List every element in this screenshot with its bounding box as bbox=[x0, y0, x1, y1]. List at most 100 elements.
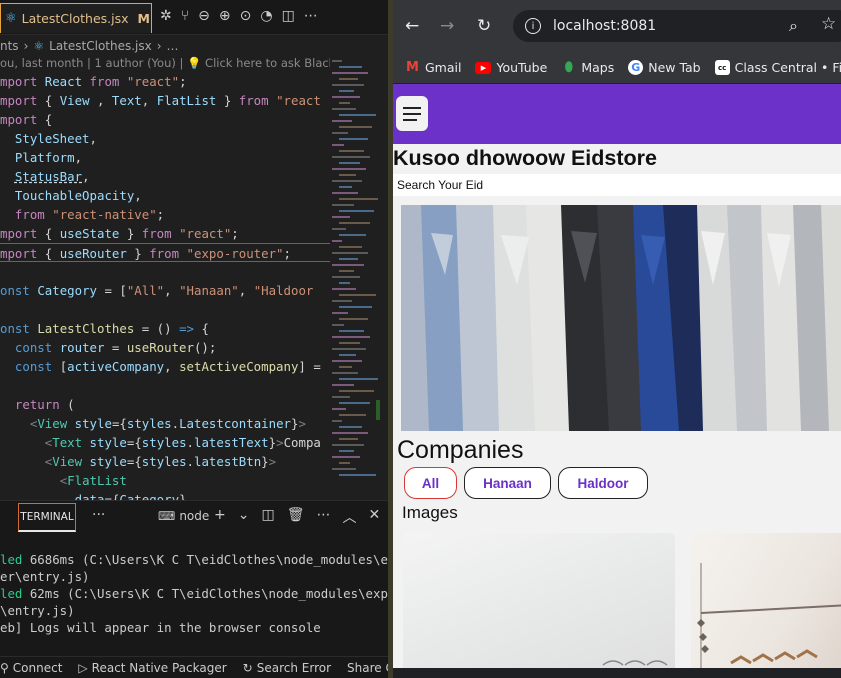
breadcrumb-file[interactable]: LatestClothes.jsx bbox=[49, 39, 152, 53]
bookmark-label: Class Central • Find... bbox=[734, 60, 841, 75]
code-line[interactable] bbox=[0, 376, 330, 395]
go-forward-icon[interactable]: ⊙ bbox=[240, 8, 252, 24]
back-arrow-icon[interactable]: ← bbox=[405, 16, 419, 36]
minimap-line bbox=[332, 312, 348, 314]
minimap-line bbox=[332, 192, 358, 194]
code-line[interactable]: <Text style={styles.latestText}>Compa bbox=[0, 433, 330, 452]
code-line[interactable]: onst Category = ["All", "Hanaan", "Haldo… bbox=[0, 281, 330, 300]
code-token: activeCompany bbox=[67, 359, 165, 374]
code-line[interactable]: StyleSheet, bbox=[0, 129, 330, 148]
bookmark-star-icon[interactable]: ☆ bbox=[821, 14, 836, 34]
bookmark-gmail[interactable]: M Gmail bbox=[405, 60, 461, 75]
product-image-1[interactable] bbox=[403, 533, 675, 668]
status-share[interactable]: Share Cod bbox=[347, 661, 388, 675]
product-image-2[interactable] bbox=[691, 533, 841, 668]
code-line[interactable]: mport React from "react"; bbox=[0, 72, 330, 91]
code-token: from bbox=[149, 246, 187, 261]
play-icon: ▷ bbox=[78, 660, 88, 675]
code-line[interactable] bbox=[0, 262, 330, 281]
minimap-line bbox=[332, 252, 368, 254]
browser-toolbar: ← → ↻ i localhost:8081 ⌕ ☆ bbox=[393, 0, 841, 52]
debug-icon[interactable]: ✲ bbox=[160, 8, 172, 24]
code-line[interactable]: onst LatestClothes = () => { bbox=[0, 319, 330, 338]
code-line[interactable]: mport { useRouter } from "expo-router"; bbox=[0, 243, 330, 262]
maximize-panel-icon[interactable]: ︿ bbox=[342, 507, 356, 527]
menu-button[interactable] bbox=[396, 96, 428, 131]
go-back-icon[interactable]: ⊖ bbox=[198, 8, 210, 24]
code-token: from bbox=[238, 93, 277, 108]
code-line[interactable]: <View style={styles.Latestcontainer}> bbox=[0, 414, 330, 433]
trash-icon[interactable]: 🗑 bbox=[287, 507, 305, 527]
terminal-output[interactable]: led 6686ms (C:\Users\K C T\eidClothes\no… bbox=[0, 551, 388, 636]
status-packager[interactable]: ▷ React Native Packager bbox=[78, 661, 226, 675]
code-line[interactable]: const [activeCompany, setActiveCompany] … bbox=[0, 357, 330, 376]
bookmark-new-tab[interactable]: G New Tab bbox=[628, 60, 701, 75]
panel-more-button[interactable]: ··· bbox=[92, 507, 105, 523]
minimap[interactable] bbox=[330, 56, 380, 496]
code-token: useRouter bbox=[59, 246, 127, 261]
bookmark-maps[interactable]: ⬮ Maps bbox=[561, 60, 615, 75]
blame-text: ou, last month | 1 author (You) | bbox=[0, 56, 184, 70]
code-line[interactable]: const router = useRouter(); bbox=[0, 338, 330, 357]
code-line[interactable] bbox=[0, 300, 330, 319]
chip-haldoor[interactable]: Haldoor bbox=[558, 467, 648, 499]
forward-arrow-icon[interactable]: → bbox=[440, 16, 454, 36]
editor-scrollbar[interactable] bbox=[376, 400, 380, 420]
source-control-icon[interactable]: ⑂ bbox=[181, 8, 189, 24]
breadcrumb-folder[interactable]: nts bbox=[0, 39, 19, 53]
code-line[interactable]: return ( bbox=[0, 395, 330, 414]
bookmark-label: YouTube bbox=[496, 60, 548, 75]
bookmark-youtube[interactable]: ▶ YouTube bbox=[475, 60, 547, 75]
chip-hanaan[interactable]: Hanaan bbox=[464, 467, 551, 499]
terminal-selector[interactable]: ⌨ node bbox=[158, 509, 209, 523]
timeline-icon[interactable]: ◔ bbox=[260, 8, 272, 24]
bookmark-class-central[interactable]: cc Class Central • Find... bbox=[714, 60, 841, 75]
code-line[interactable]: mport { bbox=[0, 110, 330, 129]
split-editor-icon[interactable]: ◫ bbox=[282, 8, 295, 24]
code-token: useRouter bbox=[126, 340, 194, 355]
chip-all[interactable]: All bbox=[404, 467, 457, 499]
zoom-icon[interactable]: ⌕ bbox=[789, 16, 798, 36]
code-line[interactable]: <View style={styles.latestBtn}> bbox=[0, 452, 330, 471]
search-input[interactable]: Search Your Eid bbox=[393, 174, 841, 196]
terminal-tab[interactable]: TERMINAL bbox=[18, 503, 76, 532]
code-token: , bbox=[82, 169, 90, 184]
reload-icon[interactable]: ↻ bbox=[477, 16, 491, 36]
chevron-down-icon[interactable]: ⌄ bbox=[238, 507, 250, 527]
site-info-icon[interactable]: i bbox=[525, 18, 541, 34]
code-line[interactable]: Platform, bbox=[0, 148, 330, 167]
terminal-icon: ⌨ bbox=[158, 509, 176, 523]
class-central-icon: cc bbox=[714, 60, 730, 75]
more-actions-icon[interactable]: ⋯ bbox=[304, 8, 318, 24]
bookmark-label: Gmail bbox=[425, 60, 462, 75]
minimap-line bbox=[339, 150, 364, 152]
code-token: } bbox=[216, 93, 239, 108]
code-token: const bbox=[14, 359, 60, 374]
new-terminal-icon[interactable]: + bbox=[214, 507, 226, 527]
code-token: useState bbox=[59, 226, 120, 241]
editor-tab-latestclothes[interactable]: ⚛ LatestClothes.jsx M bbox=[0, 3, 152, 33]
more-icon[interactable]: ⋯ bbox=[316, 507, 330, 527]
images-heading: Images bbox=[402, 503, 458, 522]
code-editor[interactable]: mport React from "react"; mport { View ,… bbox=[0, 72, 330, 509]
code-token: Text bbox=[52, 435, 90, 450]
code-token: , bbox=[238, 283, 254, 298]
step-icon[interactable]: ⊕ bbox=[219, 8, 231, 24]
blackbox-ask-link[interactable]: Click here to ask Blackbox bbox=[205, 56, 330, 70]
code-line[interactable]: mport { useState } from "react"; bbox=[0, 224, 330, 243]
status-search-error[interactable]: ↻ Search Error bbox=[243, 661, 331, 675]
minimap-line bbox=[332, 396, 350, 398]
code-line[interactable]: from "react-native"; bbox=[0, 205, 330, 224]
status-connect[interactable]: ⚲ Connect bbox=[0, 661, 62, 675]
code-token: "expo-router" bbox=[186, 246, 284, 261]
split-terminal-icon[interactable]: ◫ bbox=[261, 507, 274, 527]
code-line[interactable]: StatusBar, bbox=[0, 167, 330, 186]
code-line[interactable]: mport { View , Text, FlatList } from "re… bbox=[0, 91, 330, 110]
minimap-line bbox=[332, 204, 354, 206]
close-panel-icon[interactable]: ✕ bbox=[368, 507, 380, 527]
code-line[interactable]: TouchableOpacity, bbox=[0, 186, 330, 205]
breadcrumb-symbol[interactable]: … bbox=[167, 39, 179, 53]
code-token: ; bbox=[179, 74, 194, 89]
code-line[interactable]: <FlatList bbox=[0, 471, 330, 490]
